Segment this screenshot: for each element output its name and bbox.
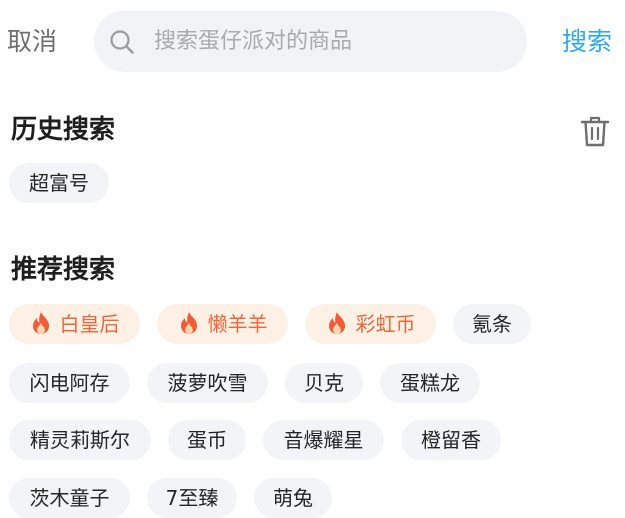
recommend-item[interactable]: 精灵莉斯尔 (9, 420, 151, 460)
recommend-item-label: 白皇后 (59, 312, 120, 336)
recommend-item-label: 懒羊羊 (207, 312, 268, 336)
recommend-item-label: 菠萝吹雪 (167, 371, 248, 395)
recommend-item-hot[interactable]: 懒羊羊 (157, 304, 288, 344)
trash-icon[interactable] (580, 114, 610, 148)
recommend-title: 推荐搜索 (11, 255, 116, 285)
recommend-item[interactable]: 茨木童子 (9, 478, 130, 518)
recommend-item-label: 贝克 (304, 371, 344, 395)
search-button[interactable]: 搜索 (562, 25, 612, 59)
recommend-item[interactable]: 萌兔 (254, 478, 332, 518)
fire-icon (328, 312, 345, 334)
recommend-item-label: 闪电阿存 (29, 371, 110, 395)
recommend-item-label: 蛋糕龙 (400, 371, 460, 395)
recommend-item[interactable]: 橙留香 (401, 420, 501, 460)
recommend-item[interactable]: 蛋币 (168, 420, 246, 460)
recommend-item-label: 7至臻 (165, 486, 219, 510)
recommend-item[interactable]: 闪电阿存 (9, 363, 130, 403)
recommend-item-label: 蛋币 (187, 428, 227, 452)
top-bar: 取消 搜索 (0, 0, 625, 84)
recommend-item[interactable]: 菠萝吹雪 (147, 363, 268, 403)
history-item-label: 超富号 (29, 171, 89, 195)
recommend-item-hot[interactable]: 白皇后 (9, 304, 140, 344)
search-icon (110, 30, 134, 54)
recommend-item-hot[interactable]: 彩虹币 (305, 304, 436, 344)
history-title: 历史搜索 (11, 115, 116, 145)
search-box[interactable] (94, 11, 527, 72)
recommend-item[interactable]: 氪条 (453, 304, 531, 344)
fire-icon (180, 312, 197, 334)
recommend-item[interactable]: 蛋糕龙 (380, 363, 480, 403)
recommend-item-label: 茨木童子 (29, 486, 110, 510)
recommend-item-label: 精灵莉斯尔 (30, 428, 130, 452)
recommend-item[interactable]: 7至臻 (147, 478, 237, 518)
fire-icon (32, 312, 49, 334)
cancel-button[interactable]: 取消 (7, 25, 57, 59)
search-input[interactable] (154, 11, 504, 72)
history-item[interactable]: 超富号 (9, 163, 109, 203)
recommend-item-label: 氪条 (472, 312, 512, 336)
recommend-item-label: 彩虹币 (355, 312, 416, 336)
recommend-item[interactable]: 贝克 (285, 363, 363, 403)
recommend-item[interactable]: 音爆耀星 (263, 420, 384, 460)
recommend-item-label: 橙留香 (421, 428, 481, 452)
recommend-item-label: 萌兔 (273, 486, 313, 510)
recommend-item-label: 音爆耀星 (283, 428, 364, 452)
